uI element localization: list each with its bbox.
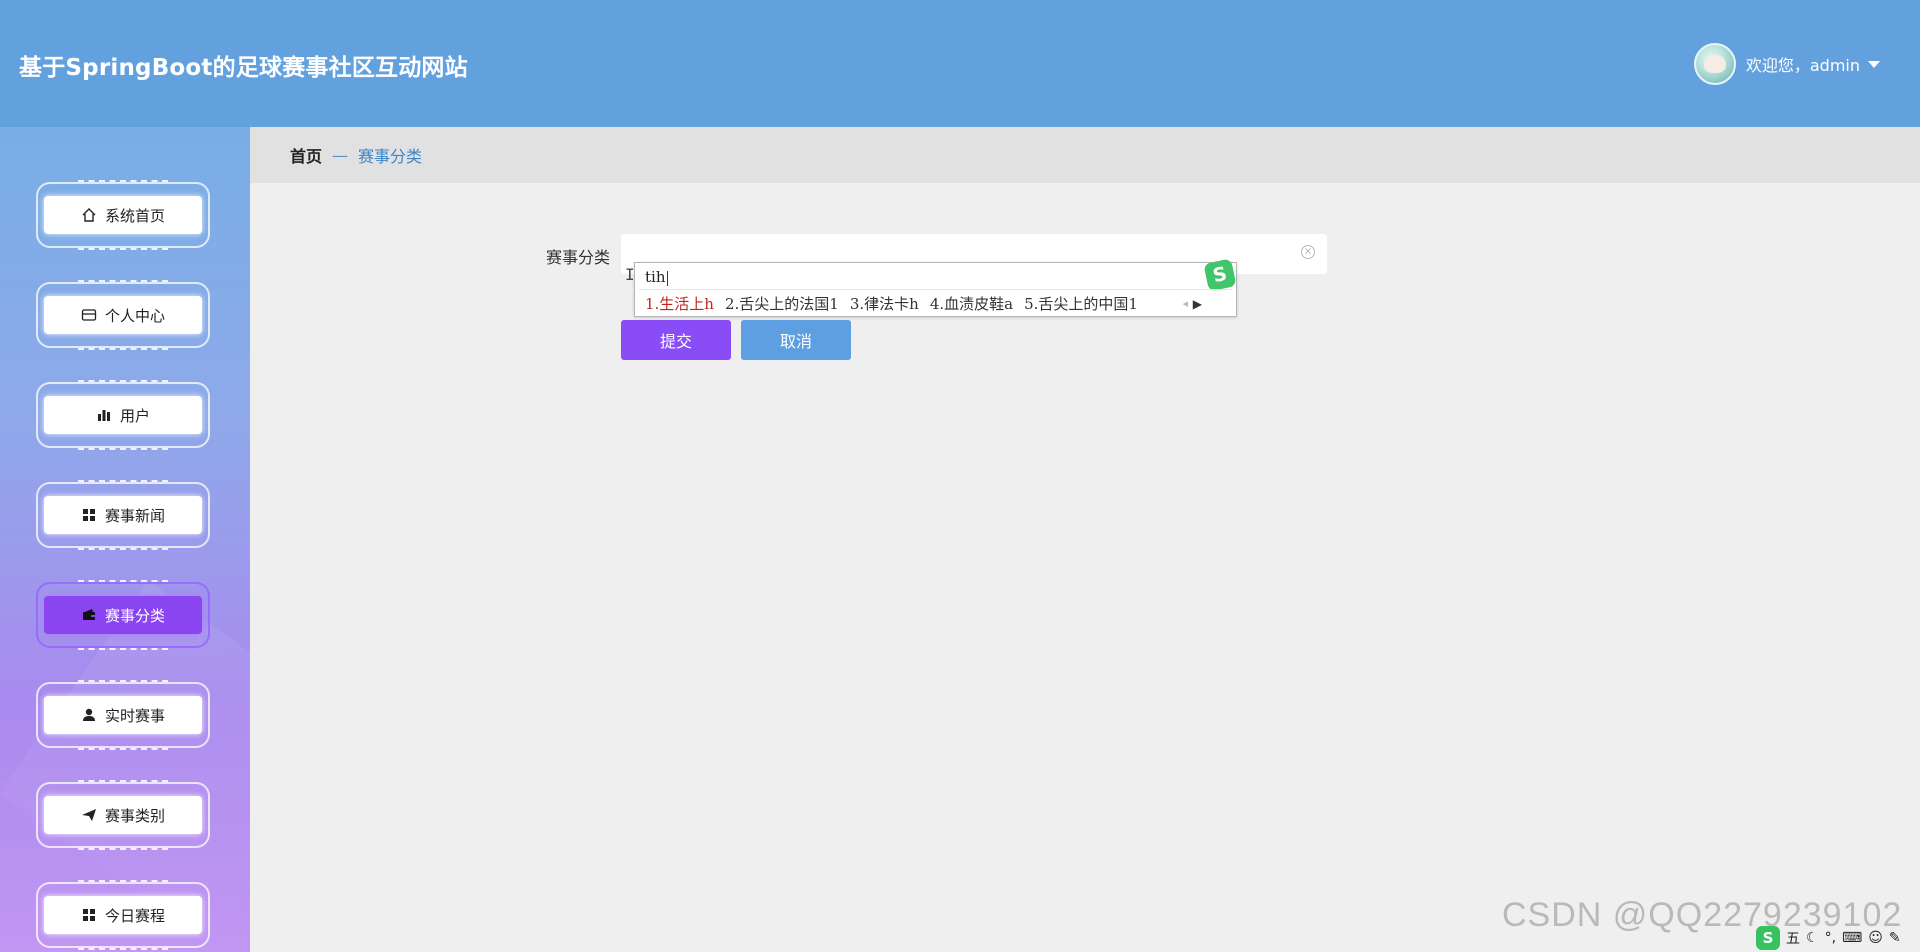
sidebar: 系统首页 个人中心 用户 赛事新闻 赛事分类 实时赛事 赛事类别 今日赛程 xyxy=(0,127,250,952)
ime-candidate[interactable]: 5.舌尖上的中国1 xyxy=(1024,293,1138,314)
welcome-text[interactable]: 欢迎您，admin xyxy=(1746,52,1860,76)
sidebar-item-personal-center[interactable]: 个人中心 xyxy=(36,280,210,350)
ime-candidate[interactable]: 3.律法卡h xyxy=(850,293,919,314)
breadcrumb: 首页 — 赛事分类 xyxy=(250,127,1920,183)
breadcrumb-home[interactable]: 首页 xyxy=(290,143,322,167)
home-icon xyxy=(81,207,97,223)
breadcrumb-current: 赛事分类 xyxy=(358,147,423,166)
ime-toolbar: S 五 ☾ °, ⌨ ☺ ✎ xyxy=(1750,924,1920,952)
avatar[interactable] xyxy=(1693,43,1736,85)
grid-icon xyxy=(81,507,97,523)
ime-composition: tih xyxy=(645,268,668,286)
top-header: 基于SpringBoot的足球赛事社区互动网站 欢迎您，admin xyxy=(0,0,1920,127)
user-icon xyxy=(81,707,97,723)
id-card-icon xyxy=(81,307,97,323)
sidebar-item-today-schedule[interactable]: 今日赛程 xyxy=(36,880,210,950)
wrench-icon[interactable]: ✎ xyxy=(1889,930,1901,946)
sidebar-item-match-news[interactable]: 赛事新闻 xyxy=(36,480,210,550)
caret-down-icon[interactable] xyxy=(1868,60,1880,68)
sidebar-item-label: 赛事新闻 xyxy=(104,506,165,525)
sidebar-item-label: 系统首页 xyxy=(104,206,165,225)
ime-candidate[interactable]: 1.生活上h xyxy=(645,293,714,314)
keyboard-icon[interactable]: ⌨ xyxy=(1842,930,1862,946)
ime-candidate-list: 1.生活上h 2.舌尖上的法国1 3.律法卡h 4.血渍皮鞋a 5.舌尖上的中国… xyxy=(645,293,1149,314)
ime-candidate[interactable]: 4.血渍皮鞋a xyxy=(930,293,1013,314)
wallet-icon xyxy=(81,607,97,623)
ime-candidate[interactable]: 2.舌尖上的法国1 xyxy=(725,293,839,314)
breadcrumb-separator: — xyxy=(332,145,349,165)
sidebar-item-match-types[interactable]: 赛事类别 xyxy=(36,780,210,850)
bar-chart-icon xyxy=(96,407,112,423)
ime-mode-indicator[interactable]: 五 xyxy=(1786,928,1800,948)
ime-caret xyxy=(666,270,668,286)
punctuation-icon[interactable]: °, xyxy=(1825,930,1836,946)
ime-divider xyxy=(639,289,1232,290)
paper-plane-icon xyxy=(81,807,97,823)
sidebar-item-label: 赛事分类 xyxy=(104,606,165,625)
sogou-logo-icon: S xyxy=(1203,258,1237,292)
user-menu[interactable]: 欢迎您，admin xyxy=(1693,43,1880,85)
sidebar-item-home[interactable]: 系统首页 xyxy=(36,180,210,250)
sidebar-item-match-category[interactable]: 赛事分类 xyxy=(36,580,210,650)
site-title: 基于SpringBoot的足球赛事社区互动网站 xyxy=(19,55,468,81)
clear-icon[interactable]: × xyxy=(1301,245,1315,259)
ime-prev-page-icon[interactable]: ◂ xyxy=(1182,297,1188,310)
user-tray-icon[interactable]: ☺ xyxy=(1868,930,1883,946)
sidebar-item-users[interactable]: 用户 xyxy=(36,380,210,450)
moon-icon[interactable]: ☾ xyxy=(1806,930,1819,946)
sidebar-item-live-matches[interactable]: 实时赛事 xyxy=(36,680,210,750)
submit-button[interactable]: 提交 xyxy=(621,320,731,360)
ime-composition-text: tih xyxy=(645,268,666,286)
sidebar-item-label: 实时赛事 xyxy=(104,706,165,725)
ime-next-page-icon[interactable]: ▶ xyxy=(1193,297,1202,311)
sogou-tray-icon[interactable]: S xyxy=(1756,926,1780,950)
cancel-button[interactable]: 取消 xyxy=(741,320,851,360)
grid-icon xyxy=(81,907,97,923)
ime-candidate-popup: tih S 1.生活上h 2.舌尖上的法国1 3.律法卡h 4.血渍皮鞋a 5.… xyxy=(634,258,1237,317)
sidebar-item-label: 用户 xyxy=(119,406,150,425)
sidebar-item-label: 今日赛程 xyxy=(104,906,165,925)
sidebar-item-label: 赛事类别 xyxy=(104,806,165,825)
sidebar-item-label: 个人中心 xyxy=(104,306,165,325)
category-label: 赛事分类 xyxy=(546,248,611,267)
